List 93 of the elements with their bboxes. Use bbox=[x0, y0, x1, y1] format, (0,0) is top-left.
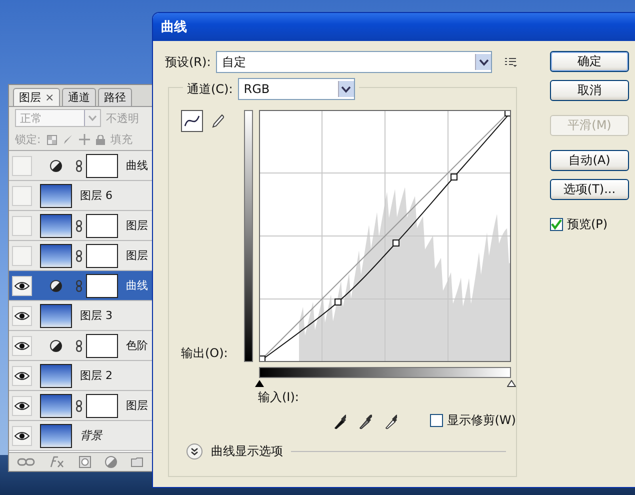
tab-label: 图层 bbox=[19, 90, 41, 105]
eye-icon bbox=[14, 340, 30, 350]
curve-icon bbox=[184, 115, 200, 127]
lock-label: 锁定: bbox=[15, 132, 41, 147]
layer-name: 背景 bbox=[80, 428, 102, 443]
adjustment-layer-icon[interactable] bbox=[105, 456, 117, 468]
visibility-toggle[interactable] bbox=[12, 396, 32, 416]
adjustment-icon bbox=[50, 340, 62, 352]
chain-link-icon bbox=[76, 220, 82, 232]
layer-name: 色阶 bbox=[126, 338, 148, 353]
visibility-toggle[interactable] bbox=[12, 306, 32, 326]
close-icon[interactable]: × bbox=[45, 91, 54, 104]
fx-icon[interactable] bbox=[49, 456, 65, 468]
eye-icon bbox=[14, 430, 30, 440]
visibility-toggle[interactable] bbox=[12, 186, 32, 206]
eye-icon bbox=[14, 280, 30, 290]
control-point[interactable] bbox=[450, 174, 458, 180]
visibility-toggle[interactable] bbox=[12, 276, 32, 296]
visibility-toggle[interactable] bbox=[12, 336, 32, 356]
chevron-down-icon bbox=[88, 115, 97, 121]
display-options-label: 曲线显示选项 bbox=[211, 443, 283, 460]
photo-placeholder bbox=[40, 244, 72, 268]
photo-placeholder bbox=[40, 424, 72, 448]
photo-placeholder bbox=[40, 214, 72, 238]
layer-name: 图层 6 bbox=[80, 188, 112, 203]
chevron-down-icon bbox=[478, 58, 489, 66]
layer-name: 图层 2 bbox=[80, 368, 112, 383]
photo-placeholder bbox=[40, 364, 72, 388]
checkbox[interactable] bbox=[430, 414, 443, 427]
photo-placeholder bbox=[40, 184, 72, 208]
eye-icon bbox=[14, 370, 30, 380]
photo-placeholder bbox=[40, 304, 72, 328]
preview-checkbox[interactable]: 预览(P) bbox=[550, 216, 630, 233]
check-icon bbox=[551, 219, 562, 230]
mask-icon[interactable] bbox=[79, 456, 91, 468]
eyedropper-icon[interactable] bbox=[384, 412, 397, 428]
eyedropper-icon[interactable] bbox=[334, 412, 346, 428]
preset-label: 预设(R): bbox=[165, 54, 211, 70]
fill-label: 填充 bbox=[110, 132, 133, 147]
layer-name: 曲线 bbox=[126, 278, 148, 293]
pencil-icon bbox=[212, 114, 224, 128]
channel-dropdown[interactable]: RGB bbox=[238, 78, 355, 100]
folder-icon[interactable] bbox=[131, 457, 143, 467]
highlight-point-handle[interactable] bbox=[507, 380, 516, 387]
control-point[interactable] bbox=[334, 298, 342, 306]
tab-label: 通道 bbox=[68, 90, 90, 105]
dialog-button[interactable]: 确定 bbox=[550, 51, 629, 72]
layer-name: 图层 bbox=[126, 398, 148, 413]
opacity-label: 不透明 bbox=[106, 110, 139, 126]
shadow-point-handle[interactable] bbox=[255, 380, 264, 387]
eye-icon bbox=[14, 400, 30, 410]
dialog-button[interactable]: 选项(T)... bbox=[550, 179, 629, 200]
visibility-toggle[interactable] bbox=[12, 246, 32, 266]
checkbox-label: 预览(P) bbox=[567, 216, 608, 233]
control-point[interactable] bbox=[392, 240, 400, 246]
layer-name: 图层 bbox=[126, 248, 148, 263]
window-title: 曲线 bbox=[161, 19, 187, 36]
dialog-button[interactable]: 自动(A) bbox=[550, 150, 629, 171]
checkbox-label: 显示修剪(W) bbox=[446, 412, 516, 429]
link-icon[interactable] bbox=[17, 458, 35, 466]
expand-icon[interactable] bbox=[186, 443, 203, 460]
chain-link-icon bbox=[76, 160, 82, 172]
visibility-toggle[interactable] bbox=[12, 426, 32, 446]
layer-name: 图层 bbox=[126, 218, 148, 233]
chain-link-icon bbox=[76, 400, 82, 412]
output-label: 输出(O): bbox=[181, 345, 229, 362]
curve-tool[interactable] bbox=[181, 110, 203, 132]
panel-tab[interactable]: 通道 bbox=[62, 88, 96, 106]
input-label: 输入(I): bbox=[258, 389, 300, 406]
visibility-toggle[interactable] bbox=[12, 366, 32, 386]
visibility-toggle[interactable] bbox=[12, 216, 32, 236]
adjustment-icon bbox=[50, 160, 62, 172]
tab-label: 路径 bbox=[104, 90, 126, 105]
visibility-toggle[interactable] bbox=[12, 156, 32, 176]
panel-tab[interactable]: 路径 bbox=[98, 88, 132, 106]
dialog-button[interactable]: 取消 bbox=[550, 80, 629, 101]
checkbox[interactable] bbox=[550, 218, 563, 231]
preset-menu-icon[interactable] bbox=[505, 57, 517, 67]
chain-link-icon bbox=[76, 250, 82, 262]
layer-name: 曲线 bbox=[126, 158, 148, 173]
eyedropper-icon[interactable] bbox=[359, 412, 372, 428]
photo-placeholder bbox=[40, 394, 72, 418]
show-clipping-checkbox[interactable]: 显示修剪(W) bbox=[430, 412, 516, 429]
chain-link-icon bbox=[76, 280, 82, 292]
preset-dropdown[interactable]: 自定 bbox=[216, 51, 492, 73]
eye-icon bbox=[14, 310, 30, 320]
panel-tab[interactable]: 图层 × bbox=[13, 88, 60, 106]
layer-name: 图层 3 bbox=[80, 308, 112, 323]
channel-label: 通道(C): bbox=[187, 80, 233, 98]
chevron-down-icon bbox=[341, 86, 352, 92]
chain-link-icon bbox=[76, 340, 82, 352]
adjustment-icon bbox=[50, 280, 62, 292]
checker-icon[interactable] bbox=[46, 134, 57, 144]
